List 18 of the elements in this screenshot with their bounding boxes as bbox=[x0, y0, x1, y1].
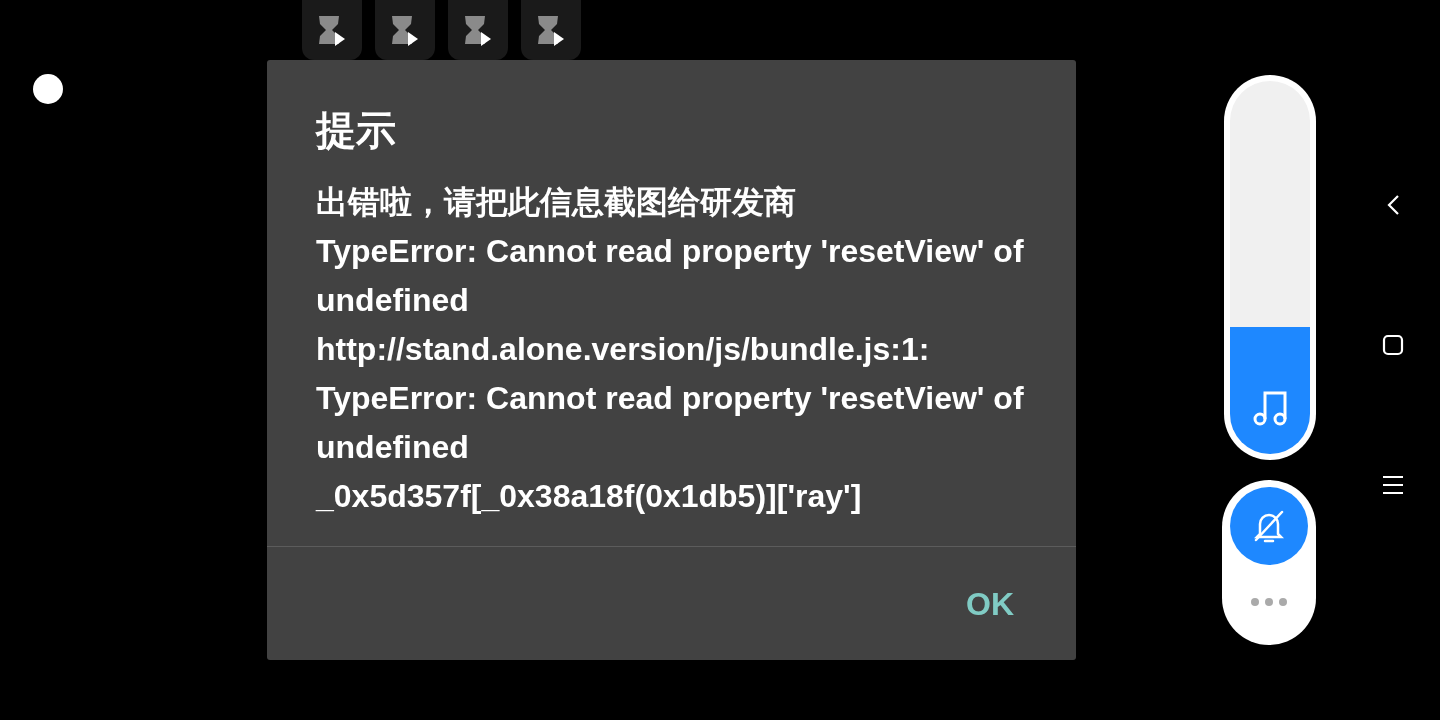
dialog-title: 提示 bbox=[316, 107, 397, 154]
error-message-line: TypeError: Cannot read property 'resetView' of undefined bbox=[316, 379, 1025, 467]
hourglass-icon bbox=[317, 14, 347, 46]
error-message-line: 出错啦，请把此信息截图给研发商 bbox=[316, 183, 797, 222]
app-tile[interactable] bbox=[448, 0, 508, 60]
error-message-line: _0x5d357f[_0x38a18f(0x1db5)]['ray'] bbox=[316, 477, 863, 516]
music-note-icon bbox=[1253, 390, 1287, 426]
ok-button[interactable]: OK bbox=[954, 575, 1026, 632]
app-tile[interactable] bbox=[375, 0, 435, 60]
status-dot bbox=[33, 74, 63, 104]
ringer-button[interactable] bbox=[1230, 487, 1308, 565]
bell-slash-icon bbox=[1252, 508, 1286, 544]
app-tile[interactable] bbox=[302, 0, 362, 60]
hourglass-icon bbox=[390, 14, 420, 46]
app-tile[interactable] bbox=[521, 0, 581, 60]
error-message-line: http://stand.alone.version/js/bundle.js:1: bbox=[316, 330, 931, 369]
hourglass-icon bbox=[463, 14, 493, 46]
hourglass-icon bbox=[536, 14, 566, 46]
